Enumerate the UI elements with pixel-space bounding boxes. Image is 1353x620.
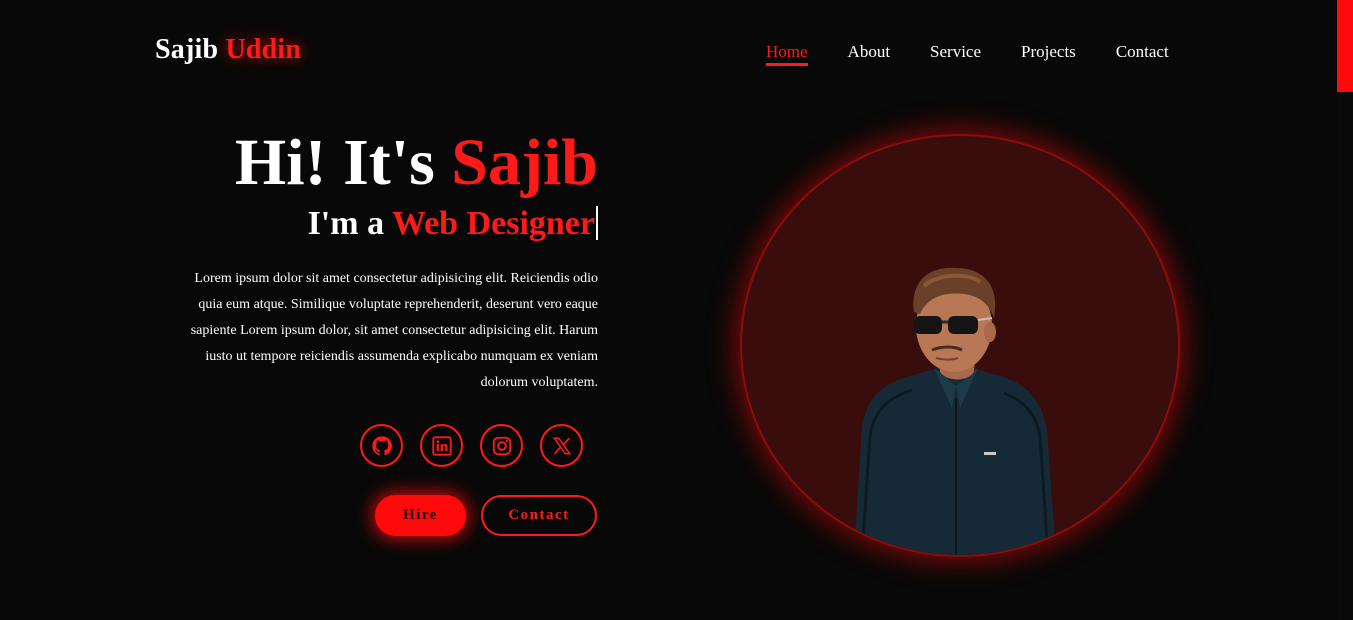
nav-item-home[interactable]: Home [766,42,808,66]
logo-last-name: Uddin [225,34,302,65]
page: Sajib Uddin Home About Service Projects … [0,0,1353,620]
x-icon [552,436,571,455]
main-nav: Home About Service Projects Contact [766,42,1209,66]
hero-text: Hi! It's Sajib I'm a Web Designer Lorem … [170,124,598,410]
site-logo[interactable]: Sajib Uddin [155,34,301,66]
contact-button[interactable]: Contact [481,495,597,536]
scrollbar-track[interactable] [1337,0,1353,620]
typing-caret [596,206,598,240]
hero-description: Lorem ipsum dolor sit amet consectetur a… [190,271,598,390]
github-icon [371,435,392,455]
hero-subtitle-role: Web Designer [391,205,595,242]
hero-title-name: Sajib [451,126,598,199]
nav-item-about[interactable]: About [848,42,891,62]
hire-button[interactable]: Hire [375,495,466,536]
scrollbar-thumb[interactable] [1337,0,1353,92]
instagram-link[interactable] [480,424,523,467]
logo-first-name: Sajib [155,34,219,65]
hero-subtitle: I'm a Web Designer [170,204,598,244]
hero-subtitle-prefix: I'm a [307,205,385,242]
hero-title-prefix: Hi! It's [234,126,435,199]
profile-photo [740,134,1180,557]
linkedin-icon [431,435,452,456]
hero-title: Hi! It's Sajib [170,124,598,202]
linkedin-link[interactable] [420,424,463,467]
profile-photo-illustration [854,267,1056,555]
x-link[interactable] [540,424,583,467]
instagram-icon [492,436,511,455]
social-links [360,424,583,467]
nav-item-projects[interactable]: Projects [1021,42,1076,62]
github-link[interactable] [360,424,403,467]
nav-item-contact[interactable]: Contact [1116,42,1169,62]
nav-item-service[interactable]: Service [930,42,981,62]
